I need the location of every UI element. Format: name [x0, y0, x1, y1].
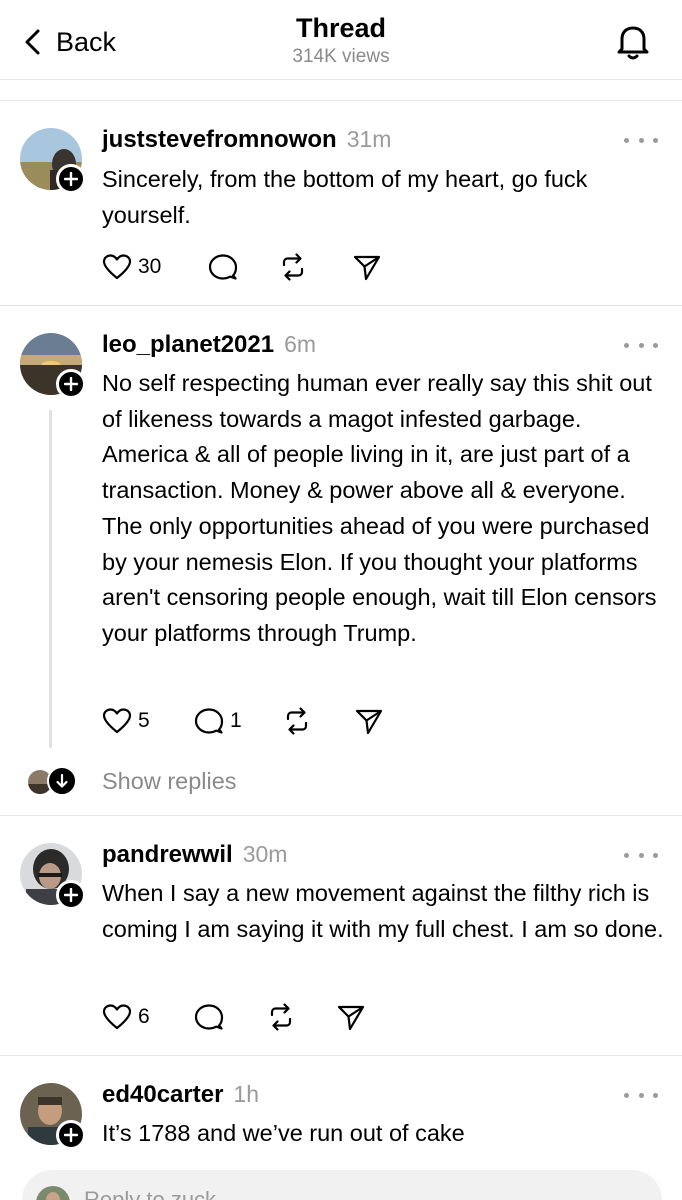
send-icon — [337, 1005, 365, 1031]
like-count: 6 — [138, 1005, 150, 1028]
action-bar: 5 1 — [102, 706, 402, 736]
post: ed40carter 1h It’s 1788 and we’ve run ou… — [0, 1056, 682, 1151]
share-button[interactable] — [354, 706, 384, 736]
plus-icon — [64, 1128, 78, 1142]
heart-icon — [102, 254, 132, 280]
comment-bubble-icon — [194, 1004, 224, 1030]
post-text: Sincerely, from the bottom of my heart, … — [102, 166, 588, 228]
thread-line — [49, 410, 52, 748]
expand-replies-button[interactable] — [47, 766, 77, 796]
arrow-down-icon — [56, 773, 68, 788]
like-button[interactable]: 30 — [102, 252, 161, 282]
bell-icon[interactable] — [612, 20, 654, 62]
follow-button[interactable] — [56, 164, 86, 194]
post: pandrewwil 30m When I say a new movement… — [0, 816, 682, 1056]
send-icon — [353, 255, 381, 281]
share-button[interactable] — [336, 1002, 366, 1032]
post-header: ed40carter 1h — [102, 1081, 259, 1109]
post-header: pandrewwil 30m — [102, 841, 287, 869]
repost-icon — [286, 707, 308, 735]
like-count: 5 — [138, 709, 150, 732]
reply-button[interactable]: 1 — [194, 706, 242, 736]
post-text: No self respecting human ever really say… — [102, 370, 657, 646]
username[interactable]: ed40carter — [102, 1081, 223, 1109]
post-text: It’s 1788 and we’ve run out of cake — [102, 1120, 465, 1146]
plus-icon — [64, 172, 78, 186]
heart-icon — [102, 1004, 132, 1030]
follow-button[interactable] — [56, 880, 86, 910]
divider — [0, 79, 682, 80]
timestamp: 31m — [346, 126, 392, 152]
title-block: Thread 314K views — [0, 12, 682, 70]
more-dots-icon[interactable] — [624, 130, 658, 150]
like-count: 30 — [138, 255, 162, 278]
repost-button[interactable] — [278, 252, 314, 282]
view-count: 314K views — [292, 46, 390, 67]
comment-bubble-icon — [194, 708, 224, 734]
post-header: leo_planet2021 6m — [102, 331, 316, 359]
show-replies-link[interactable]: Show replies — [102, 768, 237, 795]
repost-icon — [270, 1003, 292, 1031]
action-bar: 6 — [102, 1002, 382, 1032]
like-button[interactable]: 5 — [102, 706, 150, 736]
page-title: Thread — [295, 13, 387, 43]
plus-icon — [64, 888, 78, 902]
timestamp: 1h — [233, 1081, 260, 1107]
like-button[interactable]: 6 — [102, 1002, 150, 1032]
follow-button[interactable] — [56, 369, 86, 399]
timestamp: 30m — [242, 841, 288, 867]
more-dots-icon[interactable] — [624, 845, 658, 865]
post-header: juststevefromnowon 31m — [102, 126, 391, 154]
timestamp: 6m — [284, 331, 317, 357]
reply-composer[interactable] — [22, 1170, 662, 1200]
heart-icon — [102, 708, 132, 734]
reply-button[interactable] — [208, 252, 244, 282]
share-button[interactable] — [352, 252, 382, 282]
send-icon — [355, 709, 383, 735]
more-dots-icon[interactable] — [624, 1085, 658, 1105]
reply-button[interactable] — [194, 1002, 230, 1032]
comment-bubble-icon — [208, 254, 238, 280]
plus-icon — [64, 377, 78, 391]
post: leo_planet2021 6m No self respecting hum… — [0, 306, 682, 766]
repost-icon — [282, 253, 304, 281]
show-replies-row[interactable]: Show replies — [0, 760, 682, 804]
username[interactable]: juststevefromnowon — [102, 126, 337, 154]
reply-count: 1 — [230, 709, 242, 732]
username[interactable]: leo_planet2021 — [102, 331, 274, 359]
username[interactable]: pandrewwil — [102, 841, 233, 869]
top-bar: Back Thread 314K views — [0, 0, 682, 80]
avatar — [36, 1186, 70, 1200]
follow-button[interactable] — [56, 1120, 86, 1150]
reply-input[interactable] — [84, 1182, 644, 1200]
post-text: When I say a new movement against the fi… — [102, 880, 664, 942]
action-bar: 30 — [102, 252, 402, 282]
repost-button[interactable] — [266, 1002, 302, 1032]
repost-button[interactable] — [282, 706, 318, 736]
post: juststevefromnowon 31m Sincerely, from t… — [0, 100, 682, 305]
more-dots-icon[interactable] — [624, 335, 658, 355]
